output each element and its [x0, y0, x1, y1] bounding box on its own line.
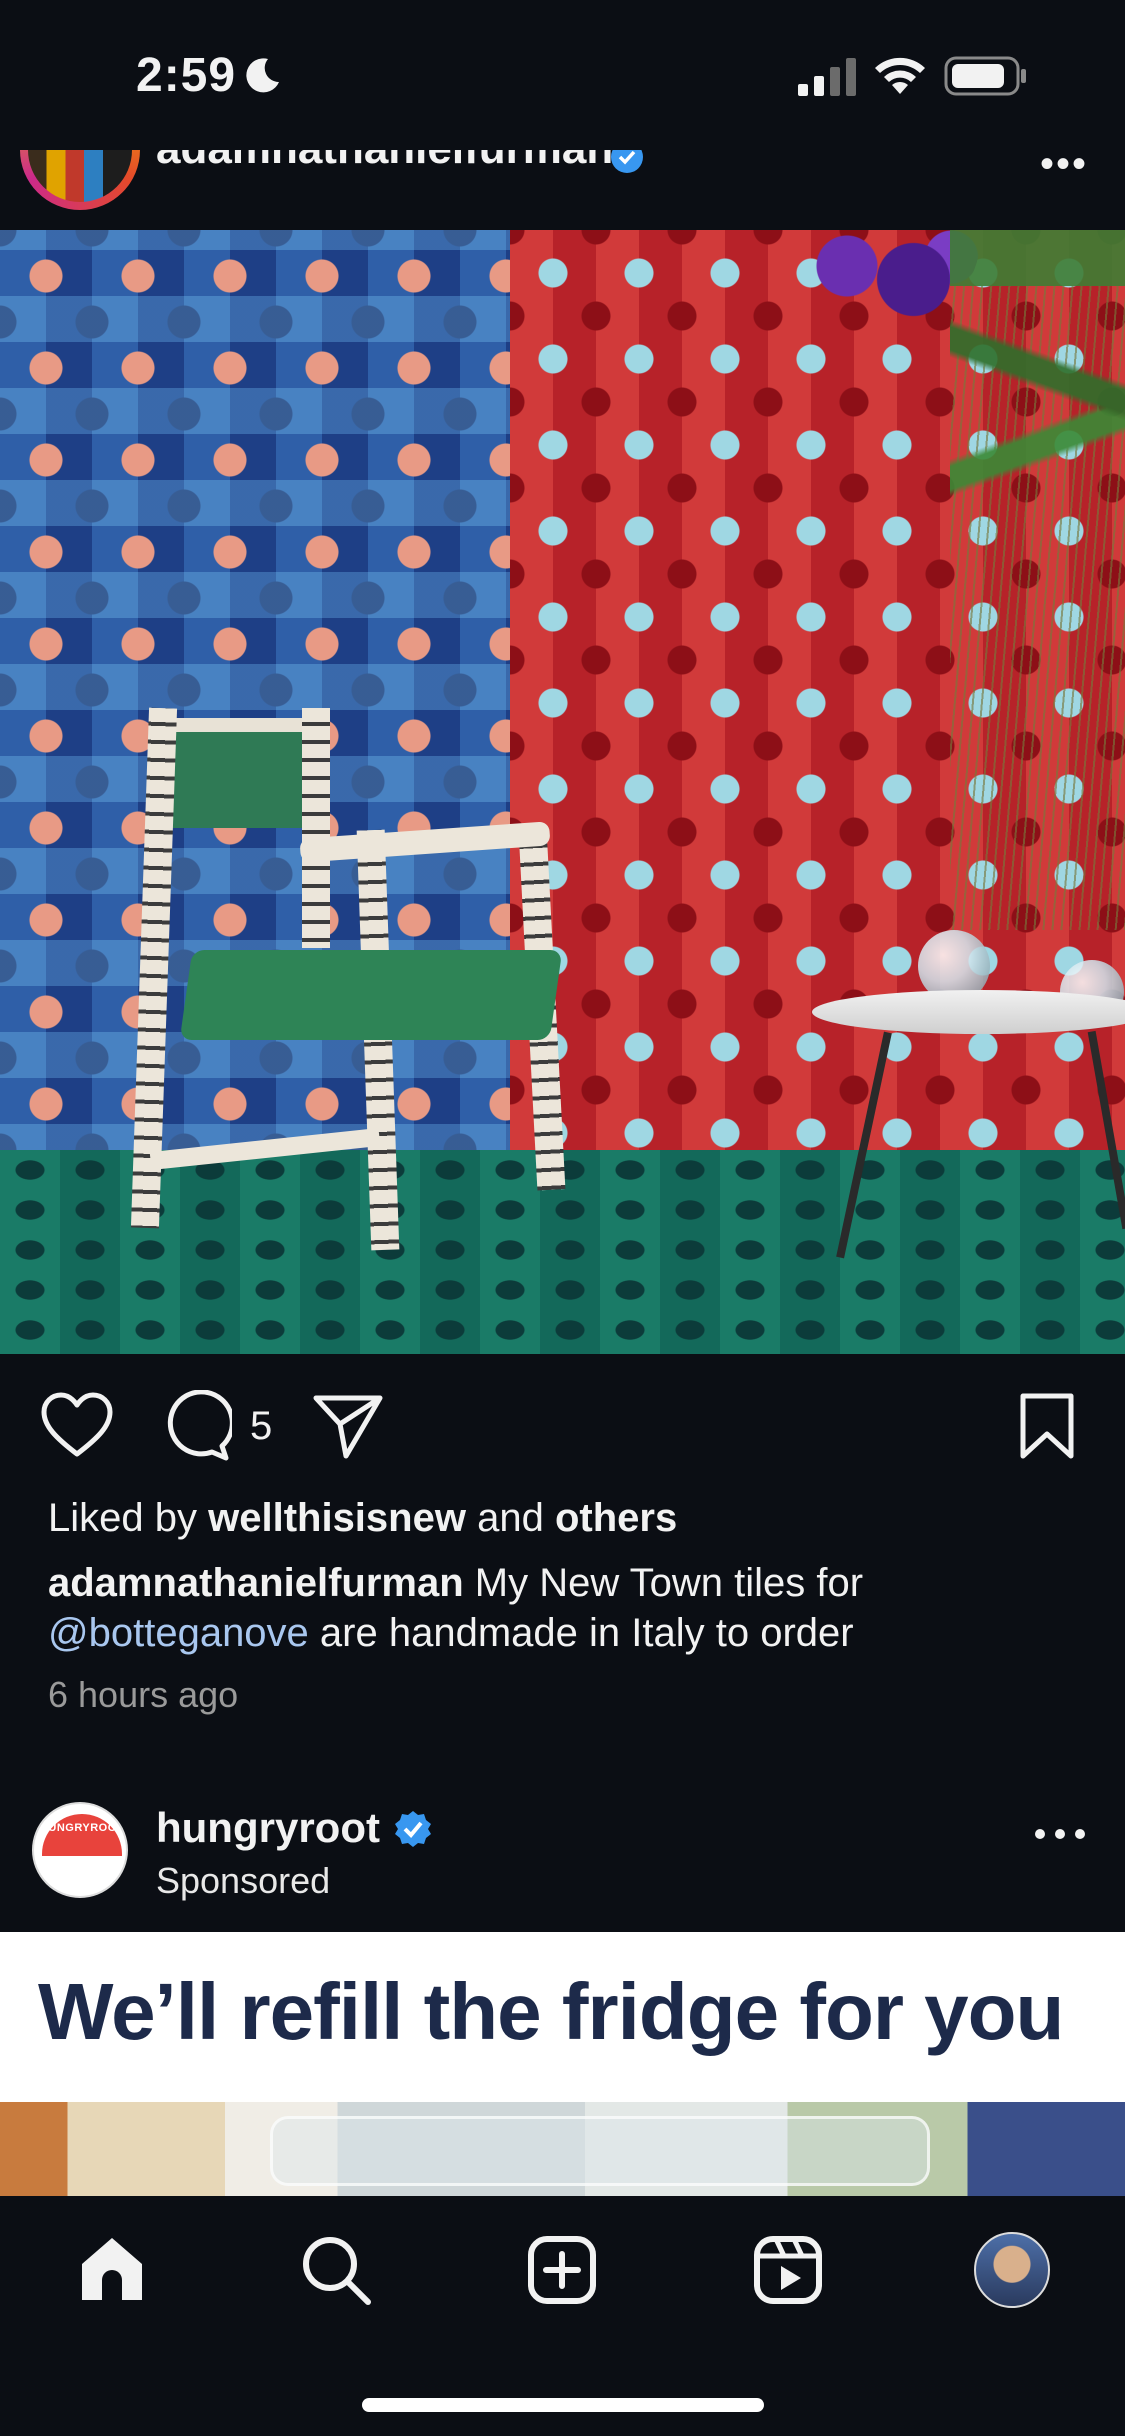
post-author-username[interactable]: adamnathanielfurman [156, 150, 613, 174]
create-icon[interactable] [526, 2234, 598, 2306]
share-send-icon[interactable] [312, 1390, 384, 1462]
post-image[interactable] [0, 230, 1125, 1354]
liked-by-prefix: Liked by [48, 1496, 209, 1540]
ad-creative-banner[interactable]: We’ll refill the fridge for you [0, 1932, 1125, 2102]
battery-icon [944, 56, 1026, 96]
profile-avatar[interactable] [974, 2232, 1050, 2308]
liked-by-others[interactable]: others [555, 1496, 677, 1540]
post-timestamp: 6 hours ago [48, 1674, 239, 1715]
post-author-avatar[interactable] [20, 150, 140, 210]
image-chair-seat [179, 950, 563, 1040]
liked-by-user[interactable]: wellthisisnew [208, 1496, 466, 1540]
caption-username[interactable]: adamnathanielfurman [48, 1561, 464, 1605]
home-indicator[interactable] [362, 2398, 764, 2412]
verified-badge-icon [395, 1811, 431, 1847]
status-time: 2:59 [136, 49, 237, 102]
search-icon[interactable] [300, 2234, 372, 2306]
ad-photo-container [270, 2116, 930, 2186]
like-heart-icon[interactable] [40, 1392, 114, 1458]
comment-icon[interactable] [160, 1390, 232, 1462]
bookmark-icon[interactable] [1018, 1392, 1076, 1460]
liked-by-line[interactable]: Liked by wellthisisnew and others [48, 1496, 677, 1541]
wifi-icon [875, 57, 925, 94]
comment-count[interactable]: 5 [250, 1404, 272, 1449]
moon-icon [246, 58, 279, 93]
ad-headline: We’ll refill the fridge for you [38, 1967, 1064, 2056]
ad-creative-photo[interactable] [0, 2102, 1125, 2196]
liked-by-joiner: and [465, 1496, 555, 1540]
image-chair-back [156, 718, 316, 828]
home-icon[interactable] [76, 2234, 148, 2306]
reels-icon[interactable] [752, 2234, 824, 2306]
verified-badge-icon [611, 150, 643, 173]
post-caption: adamnathanielfurman My New Town tiles fo… [48, 1558, 1088, 1658]
more-options-icon[interactable] [1032, 1826, 1088, 1842]
post-header: adamnathanielfurman ••• [0, 150, 1125, 230]
sponsor-logo-arc [42, 1814, 122, 1856]
image-chair-post [302, 708, 330, 948]
cellular-signal-icon [798, 58, 856, 96]
sponsored-label: Sponsored [156, 1860, 331, 1901]
caption-text: My New Town tiles for [463, 1561, 864, 1605]
caption-mention-link[interactable]: @botteganove [48, 1611, 309, 1655]
sponsor-username[interactable]: hungryroot [156, 1804, 380, 1852]
post-more-options-icon[interactable]: ••• [1040, 150, 1088, 187]
sponsor-logo-text: HUNGRYROOT [39, 1822, 125, 1834]
sponsor-avatar[interactable]: HUNGRYROOT [32, 1802, 128, 1898]
image-plant [950, 230, 1125, 930]
caption-text: are handmade in Italy to order [308, 1611, 854, 1655]
status-bar: 2:59 [0, 0, 1125, 150]
